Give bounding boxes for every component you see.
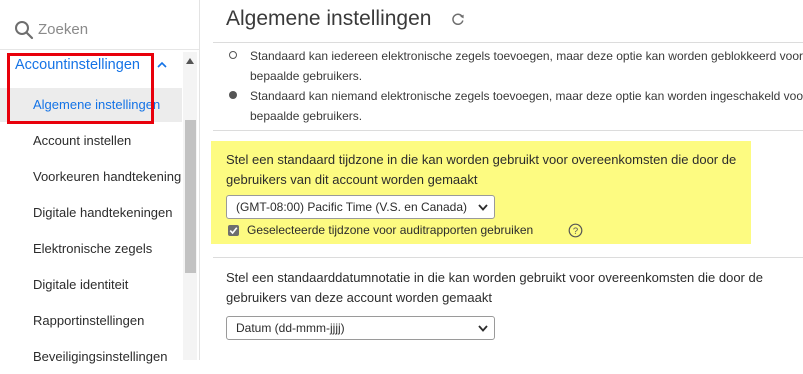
radio-button[interactable] [229, 51, 237, 59]
chevron-down-icon [478, 325, 488, 332]
sidebar-item-electronic-seals[interactable]: Elektronische zegels [0, 232, 182, 266]
main-panel: Algemene instellingen Standaard kan iede… [200, 0, 803, 360]
sidebar-item-label: Rapportinstellingen [33, 313, 145, 328]
divider [213, 130, 803, 131]
timezone-description: Stel een standaard tijdzone in die kan w… [226, 152, 737, 187]
search-box[interactable]: Zoeken [0, 0, 199, 50]
search-placeholder[interactable]: Zoeken [38, 21, 88, 38]
search-icon [15, 21, 34, 40]
scrollbar-thumb[interactable] [185, 120, 196, 273]
date-format-select[interactable]: Datum (dd-mmm-jjjj) [226, 316, 495, 340]
sidebar-item-label: Digitale identiteit [33, 277, 129, 292]
radio-button[interactable] [229, 91, 237, 99]
timezone-select-value: (GMT-08:00) Pacific Time (V.S. en Canada… [236, 200, 467, 214]
sidebar-item-label: Voorkeuren handtekening [33, 169, 182, 184]
sidebar-item-label: Elektronische zegels [33, 241, 153, 256]
help-icon[interactable]: ? [568, 223, 583, 238]
divider [213, 257, 803, 258]
refresh-icon[interactable] [451, 12, 465, 26]
scroll-up-icon[interactable] [186, 58, 194, 64]
sidebar-item-digital-signatures[interactable]: Digitale handtekeningen [0, 196, 182, 230]
chevron-up-icon[interactable] [157, 61, 167, 69]
sidebar-item-signature-preferences[interactable]: Voorkeuren handtekening [0, 160, 182, 194]
chevron-down-icon [478, 204, 488, 211]
sidebar-item-account-setup[interactable]: Account instellen [0, 124, 182, 158]
divider [213, 42, 803, 43]
audit-timezone-checkbox-label: Geselecteerde tijdzone voor auditrapport… [247, 223, 534, 237]
audit-timezone-checkbox[interactable] [228, 225, 239, 236]
sidebar: Zoeken Accountinstellingen Algemene inst… [0, 0, 200, 364]
sidebar-item-label: Digitale handtekeningen [33, 205, 173, 220]
sidebar-item-report-settings[interactable]: Rapportinstellingen [0, 304, 182, 338]
svg-text:?: ? [573, 226, 578, 237]
page-title: Algemene instellingen [226, 7, 432, 30]
sidebar-item-security-settings[interactable]: Beveiligingsinstellingen [0, 340, 182, 374]
sidebar-item-label: Algemene instellingen [33, 97, 161, 112]
date-format-select-value: Datum (dd-mmm-jjjj) [236, 321, 345, 335]
section-label: Accountinstellingen [15, 57, 140, 73]
radio-option-label: Standaard kan iedereen elektronische zeg… [250, 49, 803, 83]
timezone-select[interactable]: (GMT-08:00) Pacific Time (V.S. en Canada… [226, 195, 495, 219]
section-account-settings[interactable]: Accountinstellingen [0, 50, 185, 80]
sidebar-item-general-settings[interactable]: Algemene instellingen [0, 88, 182, 122]
sidebar-item-label: Account instellen [33, 133, 132, 148]
sidebar-item-label: Beveiligingsinstellingen [33, 349, 168, 364]
radio-option-label: Standaard kan niemand elektronische zege… [250, 89, 803, 123]
sidebar-item-digital-identity[interactable]: Digitale identiteit [0, 268, 182, 302]
date-format-description: Stel een standaarddatumnotatie in die ka… [226, 270, 763, 305]
